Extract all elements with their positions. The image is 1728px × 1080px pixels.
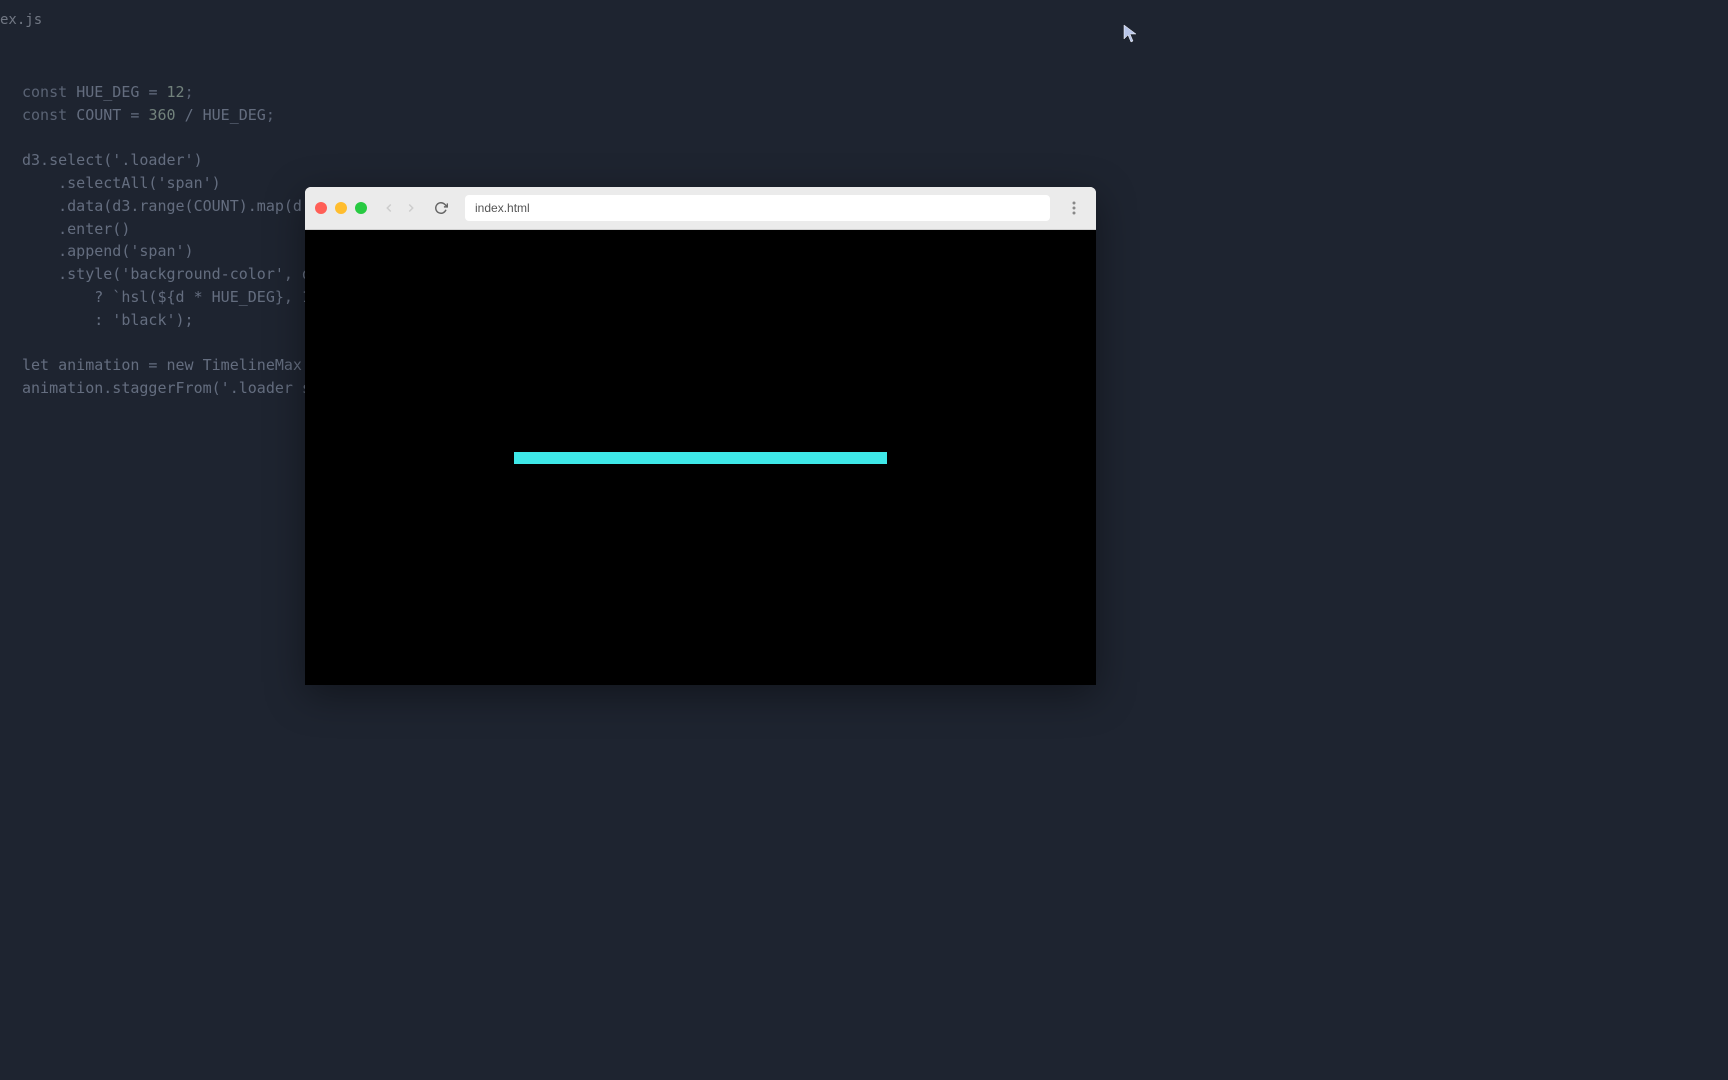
url-text: index.html	[475, 201, 530, 215]
browser-toolbar: index.html	[305, 187, 1096, 230]
close-button[interactable]	[315, 202, 327, 214]
loader-bar	[514, 452, 887, 464]
browser-menu-button[interactable]	[1062, 196, 1086, 220]
window-controls	[315, 202, 367, 214]
editor-filename: ex.js	[0, 12, 42, 28]
browser-window: index.html	[305, 187, 1096, 685]
back-button[interactable]	[379, 198, 399, 218]
arrow-left-icon	[382, 201, 396, 215]
maximize-button[interactable]	[355, 202, 367, 214]
browser-viewport	[305, 230, 1096, 685]
nav-buttons	[379, 198, 421, 218]
arrow-right-icon	[404, 201, 418, 215]
address-bar[interactable]: index.html	[465, 195, 1050, 221]
reload-icon	[434, 201, 448, 215]
kebab-menu-icon	[1072, 201, 1076, 215]
reload-button[interactable]	[431, 198, 451, 218]
minimize-button[interactable]	[335, 202, 347, 214]
forward-button[interactable]	[401, 198, 421, 218]
mouse-cursor-icon	[1123, 24, 1137, 44]
